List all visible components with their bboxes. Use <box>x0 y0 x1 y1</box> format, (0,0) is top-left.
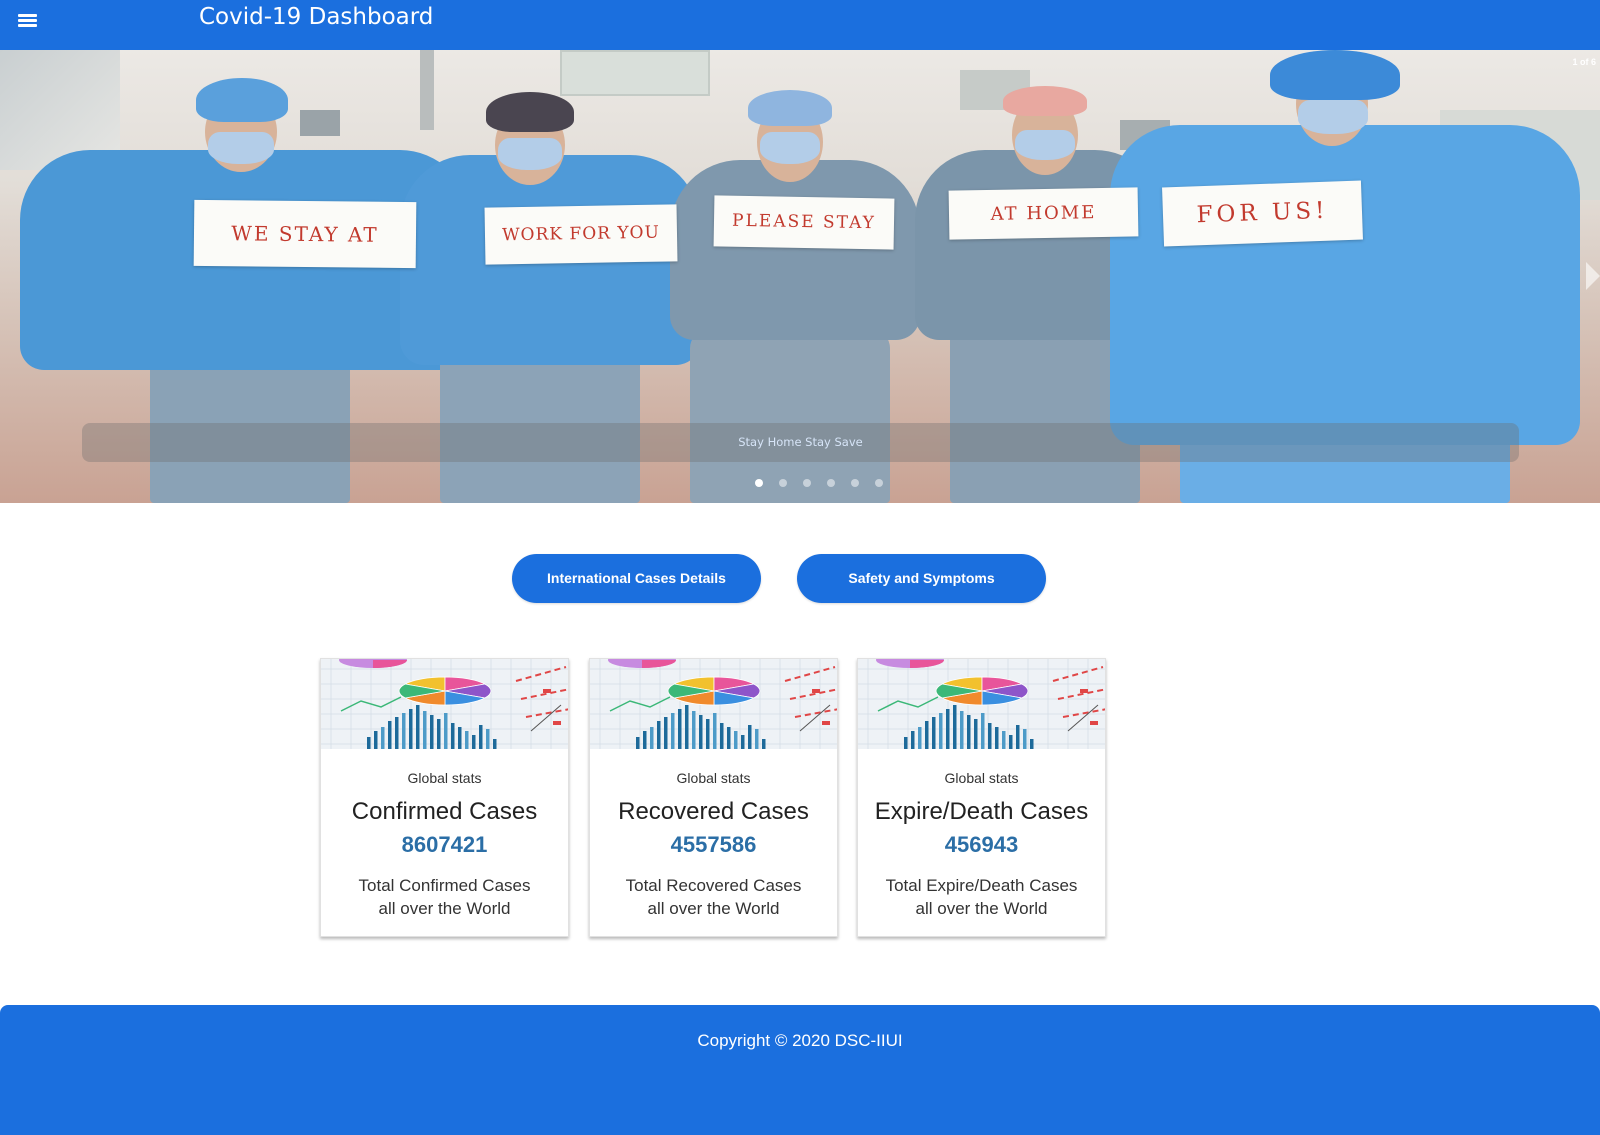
person-cap <box>1270 50 1400 100</box>
person-cap <box>196 78 288 122</box>
top-app-bar: Covid-19 Dashboard <box>0 0 1600 50</box>
card-description: Total Confirmed Cases <box>358 876 531 895</box>
person-mask <box>208 132 274 164</box>
recovered-cases-card: Global stats Recovered Cases 4557586 Tot… <box>589 658 838 937</box>
card-value: 4557586 <box>670 832 757 857</box>
page-title: Covid-19 Dashboard <box>199 4 434 30</box>
chart-thumbnail-image <box>321 659 568 749</box>
chart-thumbnail-image <box>590 659 837 749</box>
international-cases-button[interactable]: International Cases Details <box>512 554 761 603</box>
carousel-indicator[interactable] <box>803 479 811 487</box>
person-mask <box>1298 100 1368 134</box>
person-mask <box>1015 130 1075 160</box>
chart-thumbnail-image <box>321 659 568 749</box>
card-value: 8607421 <box>401 832 488 857</box>
menu-icon-line <box>18 14 37 17</box>
menu-icon[interactable] <box>18 12 37 28</box>
menu-icon-line <box>18 24 37 27</box>
card-value: 456943 <box>944 832 1019 857</box>
carousel-caption-bar: Stay Home Stay Save <box>82 423 1519 462</box>
carousel-caption: Stay Home Stay Save <box>738 435 863 449</box>
chevron-right-icon[interactable] <box>1586 262 1600 290</box>
card-description: all over the World <box>378 899 511 918</box>
carousel-indicator[interactable] <box>875 479 883 487</box>
photo-sign: AT HOME <box>948 187 1139 240</box>
person-mask <box>760 132 820 164</box>
footer: Copyright © 2020 DSC-IIUI <box>0 1005 1600 1135</box>
card-description: all over the World <box>647 899 780 918</box>
card-eyebrow: Global stats <box>944 770 1019 786</box>
carousel-indicator[interactable] <box>779 479 787 487</box>
chart-thumbnail-image <box>590 659 837 749</box>
person-mask <box>498 138 562 170</box>
card-title: Confirmed Cases <box>351 798 538 825</box>
person-body <box>670 160 920 340</box>
carousel-indicator[interactable] <box>827 479 835 487</box>
safety-symptoms-button[interactable]: Safety and Symptoms <box>797 554 1046 603</box>
person-cap <box>748 90 832 126</box>
slide-counter: 1 of 6 <box>1572 57 1596 67</box>
card-title: Expire/Death Cases <box>874 798 1089 825</box>
carousel-indicators <box>755 479 883 487</box>
card-description: all over the World <box>915 899 1048 918</box>
card-description: Total Expire/Death Cases <box>885 876 1078 895</box>
person-body <box>1110 125 1580 445</box>
hero-carousel[interactable]: WE STAY AT WORK FOR YOU PLEASE STAY AT H… <box>0 50 1600 503</box>
menu-icon-line <box>18 19 37 22</box>
carousel-indicator[interactable] <box>755 479 763 487</box>
copyright-text: Copyright © 2020 DSC-IIUI <box>697 1031 903 1050</box>
death-cases-card: Global stats Expire/Death Cases 456943 T… <box>857 658 1106 937</box>
card-eyebrow: Global stats <box>407 770 482 786</box>
person-cap <box>1003 86 1087 116</box>
photo-sign: PLEASE STAY <box>713 195 895 250</box>
card-eyebrow: Global stats <box>676 770 751 786</box>
photo-sign: FOR US! <box>1162 180 1363 247</box>
chart-thumbnail-image <box>858 659 1105 749</box>
carousel-indicator[interactable] <box>851 479 859 487</box>
card-title: Recovered Cases <box>618 798 809 825</box>
card-description: Total Recovered Cases <box>625 876 802 895</box>
photo-sign: WE STAY AT <box>193 199 417 269</box>
person-legs <box>690 330 890 503</box>
chart-thumbnail-image <box>858 659 1105 749</box>
confirmed-cases-card: Global stats Confirmed Cases 8607421 Tot… <box>320 658 569 937</box>
photo-sign: WORK FOR YOU <box>484 204 678 265</box>
person-cap <box>486 92 574 132</box>
